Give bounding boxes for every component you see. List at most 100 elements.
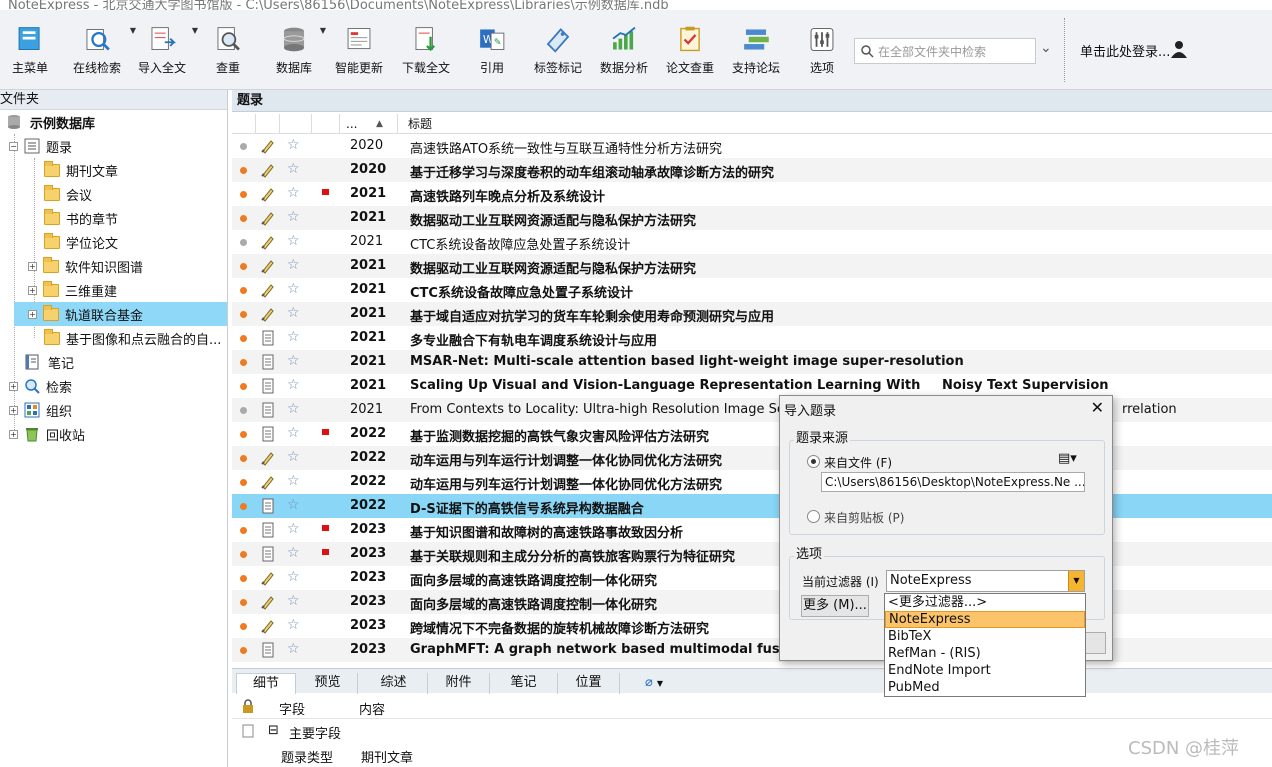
- tree-item-notes[interactable]: 笔记: [24, 350, 228, 374]
- tab-notes[interactable]: 笔记: [490, 673, 558, 694]
- expand-icon[interactable]: +: [9, 405, 18, 415]
- star-icon[interactable]: ☆: [287, 593, 300, 609]
- paper-check-button[interactable]: 论文查重: [664, 12, 716, 76]
- tab-preview[interactable]: 预览: [298, 673, 358, 694]
- star-icon[interactable]: ☆: [287, 473, 300, 489]
- table-row[interactable]: ☆ 2021 基于域自适应对抗学习的货车车轮剩余使用寿命预测研究与应用: [232, 302, 1272, 326]
- file-path-input[interactable]: C:\Users\86156\Desktop\NoteExpress.Ne ..…: [821, 472, 1085, 492]
- tree-item-conference[interactable]: 会议: [44, 182, 228, 206]
- star-icon[interactable]: ☆: [287, 641, 300, 657]
- table-row[interactable]: ☆ 2023 GraphMFT: A graph network based mul…: [232, 638, 1272, 662]
- main-menu-button[interactable]: 主菜单: [6, 12, 54, 76]
- chevron-down-icon[interactable]: ▼: [1068, 571, 1084, 591]
- copy-icon[interactable]: [242, 724, 254, 738]
- column-flag[interactable]: [312, 114, 340, 134]
- tag-mark-button[interactable]: 标签标记: [532, 12, 584, 76]
- tree-item-software-kg[interactable]: + 软件知识图谱: [28, 254, 228, 278]
- table-row[interactable]: ☆ 2023 面向多层域的高速铁路调度控制一体化研究: [232, 590, 1272, 614]
- expand-icon[interactable]: +: [28, 285, 37, 295]
- table-row[interactable]: ☆ 2023 基于知识图谱和故障树的高速铁路事故致因分析: [232, 518, 1272, 542]
- duplicate-check-button[interactable]: 查重: [208, 12, 248, 76]
- expand-icon[interactable]: +: [9, 429, 18, 439]
- login-link[interactable]: 单击此处登录...: [1080, 41, 1170, 60]
- download-fulltext-button[interactable]: 下载全文: [400, 12, 452, 76]
- star-icon[interactable]: ☆: [287, 257, 300, 273]
- close-icon[interactable]: ✕: [1091, 398, 1104, 417]
- database-button[interactable]: ▼ 数据库: [272, 12, 326, 76]
- table-row[interactable]: ☆ 2023 面向多层域的高速铁路调度控制一体化研究: [232, 566, 1272, 590]
- table-row[interactable]: ☆ 2021 CTC系统设备故障应急处置子系统设计: [232, 278, 1272, 302]
- table-row[interactable]: ☆ 2020 高速铁路ATO系统一致性与互联互通特性分析方法研究: [232, 134, 1272, 158]
- options-button[interactable]: 选项: [800, 12, 844, 76]
- table-row[interactable]: ☆ 2023 跨域情况下不完备数据的旋转机械故障诊断方法研究: [232, 614, 1272, 638]
- column-year[interactable]: ... ▲: [340, 114, 398, 134]
- tab-attachments[interactable]: 附件: [428, 673, 490, 694]
- expand-icon[interactable]: +: [9, 381, 18, 391]
- filter-option-noteexpress[interactable]: NoteExpress: [885, 611, 1085, 628]
- detail-section-main[interactable]: ⊟ 主要字段: [232, 719, 1272, 743]
- star-icon[interactable]: ☆: [287, 137, 300, 153]
- tree-item-thesis[interactable]: 学位论文: [44, 230, 228, 254]
- column-attachment[interactable]: [256, 114, 280, 134]
- table-row[interactable]: ☆ 2021 数据驱动工业互联网资源适配与隐私保护方法研究: [232, 254, 1272, 278]
- star-icon[interactable]: ☆: [287, 353, 300, 369]
- data-analysis-button[interactable]: 数据分析: [598, 12, 650, 76]
- tree-item-journal-articles[interactable]: 期刊文章: [44, 158, 228, 182]
- smart-update-button[interactable]: 智能更新: [334, 12, 384, 76]
- table-row[interactable]: ☆ 2021 CTC系统设备故障应急处置子系统设计: [232, 230, 1272, 254]
- more-button[interactable]: 更多 (M)...: [801, 595, 869, 617]
- star-icon[interactable]: ☆: [287, 329, 300, 345]
- search-box[interactable]: 在全部文件夹中检索: [854, 38, 1036, 64]
- file-browse-icon[interactable]: ▤▾: [1058, 451, 1077, 466]
- star-icon[interactable]: ☆: [287, 377, 300, 393]
- column-status[interactable]: [232, 114, 256, 134]
- filter-option-pubmed[interactable]: PubMed: [885, 679, 1085, 696]
- star-icon[interactable]: ☆: [287, 617, 300, 633]
- table-row[interactable]: ☆ 2020 基于迁移学习与深度卷积的动车组滚动轴承故障诊断方法的研究: [232, 158, 1272, 182]
- column-title[interactable]: 标题: [398, 114, 1272, 134]
- star-icon[interactable]: ☆: [287, 545, 300, 561]
- table-row[interactable]: ☆ 2022 动车运用与列车运行计划调整一体化协同优化方法研究: [232, 446, 1272, 470]
- collapse-icon[interactable]: ⊟: [268, 723, 279, 738]
- table-row[interactable]: ☆ 2021 数据驱动工业互联网资源适配与隐私保护方法研究: [232, 206, 1272, 230]
- tree-item-rail-fund[interactable]: + 轨道联合基金: [14, 302, 227, 326]
- search-dropdown-chevron-icon[interactable]: ⌄: [1040, 40, 1052, 56]
- tab-summary[interactable]: 综述: [360, 673, 428, 694]
- support-forum-button[interactable]: 支持论坛: [730, 12, 782, 76]
- star-icon[interactable]: ☆: [287, 521, 300, 537]
- collapse-icon[interactable]: −: [9, 141, 18, 151]
- star-icon[interactable]: ☆: [287, 233, 300, 249]
- tree-item-database[interactable]: 示例数据库: [6, 110, 228, 134]
- from-clipboard-radio[interactable]: [807, 510, 820, 523]
- star-icon[interactable]: ☆: [287, 425, 300, 441]
- filter-option-more[interactable]: <更多过滤器...>: [885, 594, 1085, 611]
- star-icon[interactable]: ☆: [287, 497, 300, 513]
- table-row[interactable]: ☆ 2021 高速铁路列车晚点分析及系统设计: [232, 182, 1272, 206]
- tree-item-image-pointcloud[interactable]: 基于图像和点云融合的自...: [44, 326, 228, 350]
- table-row[interactable]: ☆ 2023 基于关联规则和主成分分析的高铁旅客购票行为特征研究: [232, 542, 1272, 566]
- table-row[interactable]: ☆ 2021 MSAR-Net: Multi-scale attention bas…: [232, 350, 1272, 374]
- filter-option-bibtex[interactable]: BibTeX: [885, 628, 1085, 645]
- tree-item-organize[interactable]: + 组织: [9, 398, 228, 422]
- table-row[interactable]: ☆ 2022 动车运用与列车运行计划调整一体化协同优化方法研究: [232, 470, 1272, 494]
- cite-button[interactable]: W ✎ 引用: [472, 12, 512, 76]
- table-row[interactable]: ☆ 2021 多专业融合下有轨电车调度系统设计与应用: [232, 326, 1272, 350]
- tree-item-references[interactable]: − 题录: [9, 134, 228, 158]
- expand-icon[interactable]: +: [28, 309, 37, 319]
- tab-location[interactable]: 位置: [558, 673, 620, 694]
- lock-icon[interactable]: [242, 699, 254, 713]
- user-icon[interactable]: [1170, 40, 1188, 58]
- tree-item-recycle-bin[interactable]: + 回收站: [9, 422, 228, 446]
- star-icon[interactable]: ☆: [287, 185, 300, 201]
- filter-select[interactable]: NoteExpress ▼: [886, 570, 1085, 592]
- tree-item-search[interactable]: + 检索: [9, 374, 228, 398]
- star-icon[interactable]: ☆: [287, 449, 300, 465]
- star-icon[interactable]: ☆: [287, 161, 300, 177]
- table-row[interactable]: ☆ 2022 D-S证据下的高铁信号系统异构数据融合: [232, 494, 1272, 518]
- table-row[interactable]: ☆ 2021 Scaling Up Visual and Vision-Langua…: [232, 374, 1272, 398]
- from-file-radio[interactable]: [807, 455, 820, 468]
- star-icon[interactable]: ☆: [287, 209, 300, 225]
- tab-details[interactable]: 细节: [236, 673, 296, 694]
- tree-item-3d-reconstruction[interactable]: + 三维重建: [28, 278, 228, 302]
- expand-icon[interactable]: +: [28, 261, 37, 271]
